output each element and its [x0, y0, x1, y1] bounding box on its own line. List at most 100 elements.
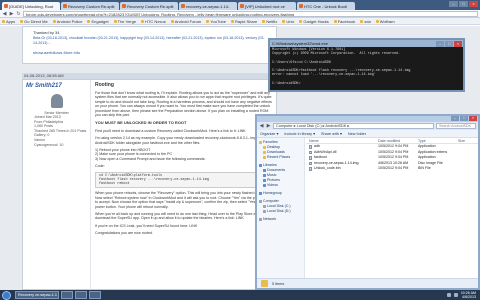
- browser-tab[interactable]: [VIP] Unlocked root ce: [238, 2, 296, 10]
- tab-label: Recovery Custom Re-split: [127, 3, 174, 9]
- explorer-back-icon[interactable]: ◀: [259, 123, 264, 129]
- network-icon[interactable]: [446, 293, 451, 297]
- post-content: Rooting For those that don't know what r…: [95, 80, 275, 291]
- explorer-search-input[interactable]: Search AndroidSDK: [436, 123, 476, 129]
- user-stat: Cyanogenmod: 10: [34, 142, 64, 147]
- explorer-minimize-button[interactable]: –: [451, 116, 459, 121]
- bookmark-item[interactable]: Unix: [282, 19, 294, 24]
- taskbar-button[interactable]: [61, 291, 73, 299]
- nav-pane-item[interactable]: Network: [259, 217, 302, 222]
- explorer-close-button[interactable]: ×: [469, 116, 477, 121]
- browser-tab[interactable]: HTC One - Unlock Bootl: [297, 2, 355, 10]
- browser-tab[interactable]: Recovery Custom Re-split: [120, 2, 178, 10]
- file-icon: [309, 145, 312, 149]
- explorer-toolbar: Organize ▾ Include in library ▾ Share with…: [257, 130, 478, 138]
- explorer-toolbar-button[interactable]: Include in library ▾: [284, 131, 315, 136]
- explorer-navigation-pane: Favorites Desktop Downloads Recent Places Li…: [257, 138, 305, 288]
- start-button[interactable]: [2, 290, 11, 300]
- cmd-title: C:\Windows\system32\cmd.exe: [272, 41, 328, 46]
- bookmark-item[interactable]: Gadget Hacks: [299, 19, 329, 24]
- explorer-address-row: ◀ ▶ Computer ▸ Local Disk (C:) ▸ Android…: [257, 122, 478, 130]
- file-row[interactable]: Unlock_code.bin 10/5/2012 9:04 PM BIN File: [306, 166, 478, 172]
- post-username[interactable]: Mr Smith217: [26, 83, 87, 89]
- bookmark-label: xda: [364, 18, 371, 24]
- thanks-box: Thanked by 34 Beta Gr (03-18-2013), chuc…: [22, 26, 277, 64]
- bookmark-icon: [282, 19, 286, 23]
- explorer-window[interactable]: – □ × ◀ ▶ Computer ▸ Local Disk (C:) ▸ A…: [255, 114, 480, 290]
- close-button[interactable]: ×: [469, 1, 478, 7]
- cmd-output[interactable]: Microsoft Windows [Version 6.1.7601] Copy…: [270, 47, 463, 89]
- bookmark-item[interactable]: Go Direct Me: [20, 19, 48, 24]
- bookmark-item[interactable]: Wolfram: [375, 18, 395, 24]
- tab-label: recovery-ce-sepac-1.14-: [186, 3, 230, 9]
- cmd-title-bar[interactable]: C:\Windows\system32\cmd.exe – □ ×: [270, 40, 463, 47]
- volume-icon[interactable]: [453, 293, 458, 297]
- tab-favicon-icon: [240, 4, 244, 8]
- reload-icon[interactable]: ↻: [16, 11, 21, 17]
- folder-icon: [263, 146, 266, 149]
- bookmark-item[interactable]: Android Police: [52, 19, 82, 24]
- bookmark-item[interactable]: Netflix: [262, 19, 277, 24]
- cmd-minimize-button[interactable]: –: [436, 40, 444, 47]
- minimize-button[interactable]: –: [449, 1, 458, 7]
- tab-favicon-icon: [4, 4, 8, 8]
- lib-icon: [263, 174, 266, 177]
- bookmark-item[interactable]: xda: [360, 18, 371, 24]
- thanks-names[interactable]: Beta Gr (03-18-2013), chucktail bvcxfan …: [33, 36, 266, 46]
- bookmark-icon: [230, 19, 234, 23]
- file-name: Unlock_code.bin: [314, 166, 341, 170]
- thanks-more-link[interactable]: showuserfollows More info: [33, 50, 266, 55]
- cmd-line: C:\AndroidSDK>: [272, 81, 301, 86]
- bookmark-label: Netflix: [266, 18, 278, 24]
- bookmark-item[interactable]: YouTube: [206, 19, 226, 24]
- step-item: 3) Now open a Command Prompt and issue t…: [95, 156, 206, 161]
- bookmark-item[interactable]: Apps: [2, 19, 15, 24]
- file-icon: [309, 161, 312, 165]
- bookmark-label: Engadget: [91, 18, 109, 24]
- command-prompt-window[interactable]: C:\Windows\system32\cmd.exe – □ × Micros…: [268, 38, 465, 92]
- explorer-toolbar-button[interactable]: New folder: [348, 132, 366, 136]
- explorer-path-input[interactable]: Computer ▸ Local Disk (C:) ▸ AndroidSDK …: [273, 123, 434, 129]
- lib-icon: [263, 179, 266, 182]
- clock-date: 4/8/2013: [462, 295, 476, 299]
- bookmark-label: Unix: [286, 18, 295, 24]
- nav-pane-label: Network: [263, 217, 277, 221]
- post-paragraph: First you'll need to download a custom R…: [95, 128, 246, 133]
- clock[interactable]: 10:26 AM 4/8/2013: [461, 291, 476, 299]
- browser-tab[interactable]: [GUIDE] Unlocking, Root: [2, 2, 60, 10]
- column-size[interactable]: Size: [458, 138, 478, 143]
- browser-tab[interactable]: Recovery Custom Re-split: [61, 2, 119, 10]
- explorer-maximize-button[interactable]: □: [460, 116, 468, 121]
- code-block[interactable]: cd C:\AndroidSDK\platform-tools fastboot…: [95, 171, 275, 189]
- lib-icon: [263, 184, 266, 187]
- cmd-close-button[interactable]: ×: [454, 40, 462, 47]
- bookmark-item[interactable]: Rapid Share: [230, 19, 257, 24]
- drive-icon: [259, 218, 262, 221]
- browser-tab[interactable]: recovery-ce-sepac-1.14-: [179, 2, 237, 10]
- explorer-toolbar-button[interactable]: Share with ▾: [321, 131, 342, 136]
- explorer-status-bar: 5 items: [257, 278, 478, 288]
- bookmark-item[interactable]: Engadget: [87, 18, 109, 24]
- cmd-maximize-button[interactable]: □: [445, 40, 453, 47]
- column-name[interactable]: Name: [306, 138, 378, 143]
- back-icon[interactable]: ◀: [2, 11, 7, 17]
- taskbar-button[interactable]: [75, 291, 87, 299]
- avatar[interactable]: [41, 93, 72, 109]
- bookmark-item[interactable]: The Verge: [113, 19, 136, 24]
- bookmark-item[interactable]: Facebook: [333, 19, 355, 24]
- column-type[interactable]: Type: [418, 138, 458, 143]
- tab-favicon-icon: [181, 4, 185, 8]
- post-paragraph: I'm using version 2.14 as my example. Co…: [95, 136, 274, 145]
- bookmark-item[interactable]: HTC Nexus: [141, 19, 166, 24]
- bookmark-item[interactable]: Android Forum: [170, 19, 201, 24]
- column-date[interactable]: Date modified: [378, 138, 418, 143]
- taskbar-button[interactable]: [89, 291, 101, 299]
- file-icon: [309, 150, 312, 154]
- bookmark-label: Wolfram: [379, 18, 395, 24]
- maximize-button[interactable]: □: [459, 1, 468, 7]
- taskbar-button[interactable]: Recovery ce-sepac-1.1: [15, 291, 59, 299]
- explorer-toolbar-button[interactable]: Organize ▾: [260, 131, 278, 136]
- explorer-forward-icon[interactable]: ▶: [266, 123, 271, 129]
- forward-icon[interactable]: ▶: [9, 11, 14, 17]
- url-input[interactable]: forum.xda-developers.com/showthread.php?…: [23, 10, 478, 17]
